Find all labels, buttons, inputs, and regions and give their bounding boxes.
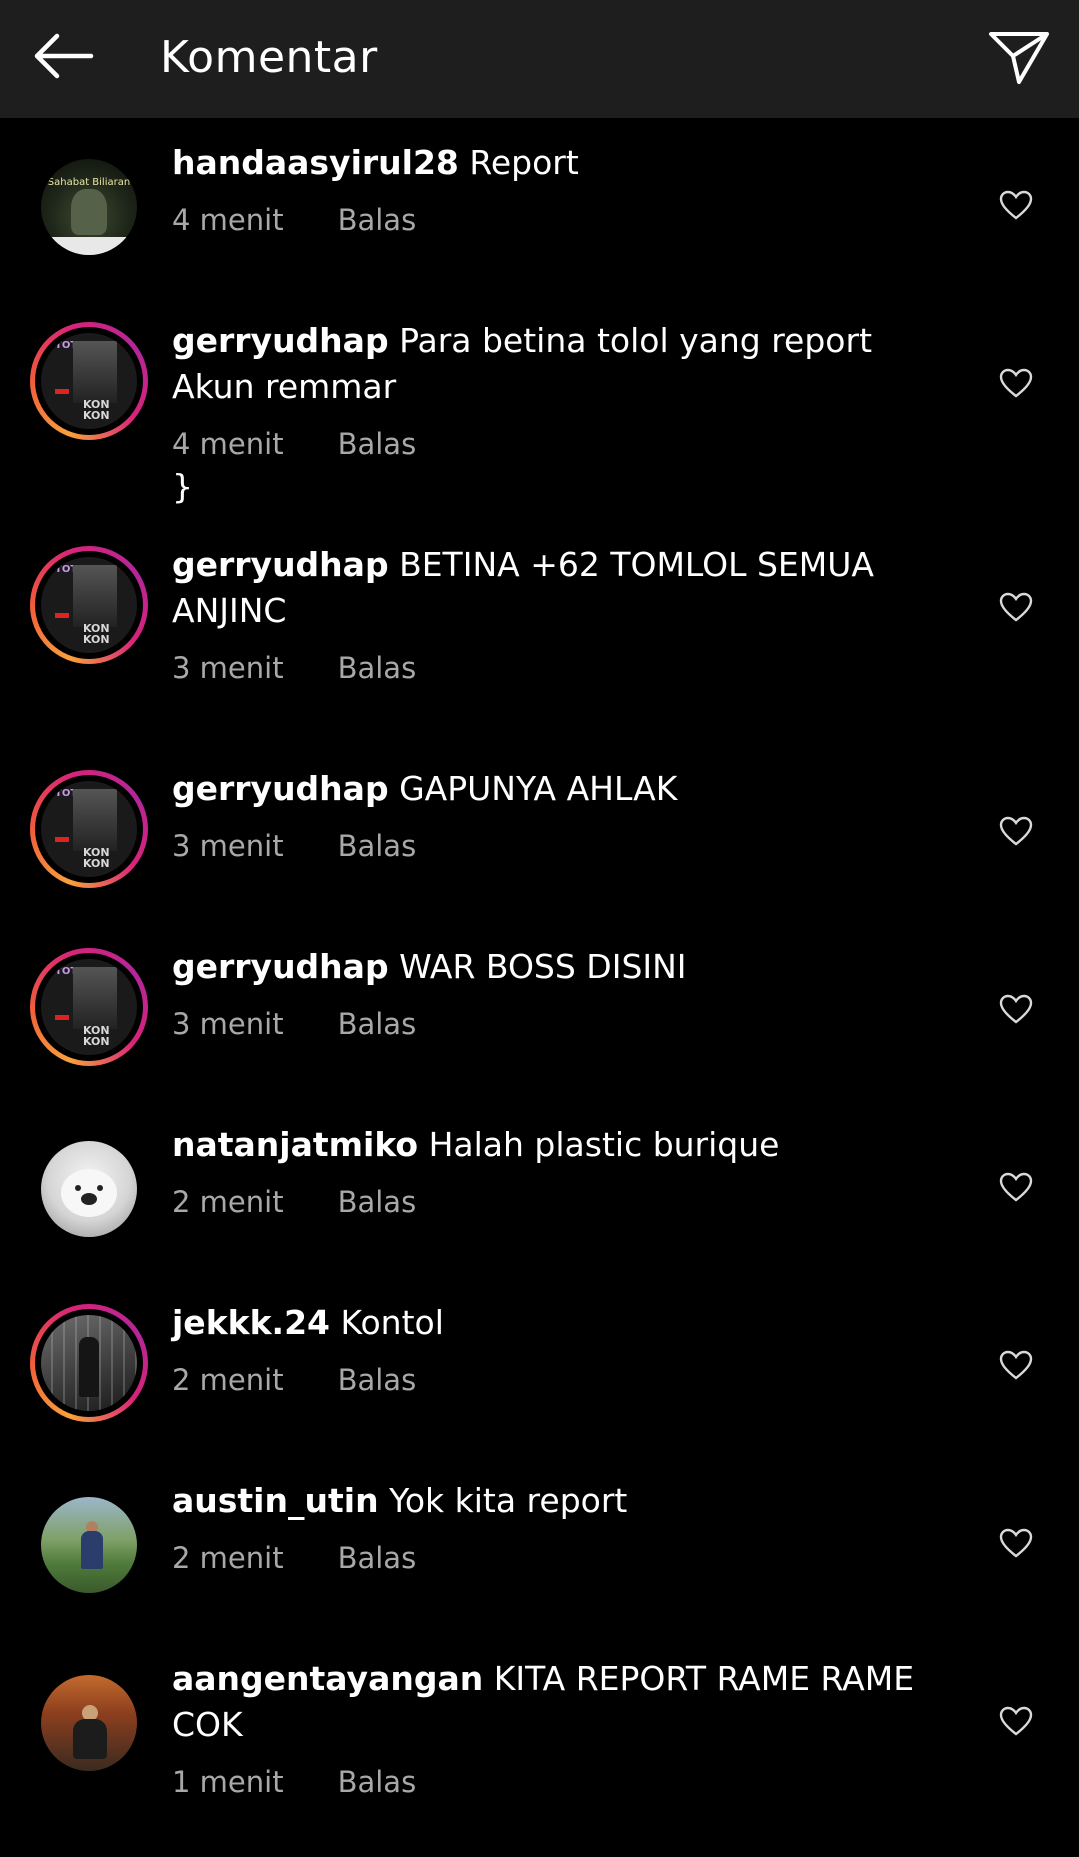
comment-meta: 3 menit Balas (172, 648, 932, 688)
comment-username[interactable]: aangentayangan (172, 1659, 483, 1698)
reply-button[interactable]: Balas (338, 1538, 417, 1578)
comment-time: 2 menit (172, 1541, 284, 1575)
comment-item: austin_utin Yok kita report 2 menit Bala… (0, 1478, 1079, 1628)
comment-item: Sahabat Biliaran handaasyirul28 Report 4… (0, 140, 1079, 290)
avatar[interactable] (28, 1662, 150, 1784)
avatar[interactable]: TOT KON KON (28, 768, 150, 890)
comment-time: 3 menit (172, 651, 284, 685)
comment-item: aangentayangan KITA REPORT RAME RAME COK… (0, 1656, 1079, 1856)
comment-time: 2 menit (172, 1363, 284, 1397)
comment-meta: 2 menit Balas (172, 1538, 932, 1578)
comment-item: TOT KON KON gerryudhap Para betina tolol… (0, 318, 1079, 518)
heart-icon (999, 1706, 1033, 1736)
comment-time: 3 menit (172, 1007, 284, 1041)
heart-icon (999, 592, 1033, 622)
comment-username[interactable]: natanjatmiko (172, 1125, 418, 1164)
comment-text: gerryudhap BETINA +62 TOMLOL SEMUA ANJIN… (172, 545, 874, 630)
like-button[interactable] (995, 362, 1037, 404)
back-button[interactable] (28, 28, 98, 84)
comment-text: austin_utin Yok kita report (172, 1481, 628, 1520)
avatar[interactable]: TOT KON KON (28, 320, 150, 442)
like-button[interactable] (995, 988, 1037, 1030)
like-button[interactable] (995, 586, 1037, 628)
comment-meta: 1 menit Balas (172, 1762, 932, 1802)
comment-text: gerryudhap Para betina tolol yang report… (172, 321, 873, 406)
comment-text: gerryudhap GAPUNYA AHLAK (172, 769, 678, 808)
heart-icon (999, 816, 1033, 846)
heart-icon (999, 190, 1033, 220)
comment-meta: 3 menit Balas (172, 1004, 932, 1044)
comment-username[interactable]: gerryudhap (172, 321, 389, 360)
like-button[interactable] (995, 810, 1037, 852)
like-button[interactable] (995, 1344, 1037, 1386)
like-button[interactable] (995, 1522, 1037, 1564)
heart-icon (999, 1528, 1033, 1558)
heart-icon (999, 368, 1033, 398)
share-button[interactable] (983, 24, 1055, 90)
comment-text: natanjatmiko Halah plastic burique (172, 1125, 780, 1164)
comment-username[interactable]: austin_utin (172, 1481, 379, 1520)
comment-username[interactable]: gerryudhap (172, 545, 389, 584)
comment-item: TOT KON KON gerryudhap BETINA +62 TOMLOL… (0, 542, 1079, 742)
reply-button[interactable]: Balas (338, 1762, 417, 1802)
comment-text: aangentayangan KITA REPORT RAME RAME COK (172, 1659, 915, 1744)
reply-button[interactable]: Balas (338, 1360, 417, 1400)
avatar[interactable]: TOT KON KON (28, 946, 150, 1068)
comment-text: handaasyirul28 Report (172, 143, 579, 182)
comment-meta: 2 menit Balas (172, 1360, 932, 1400)
comment-time: 4 menit (172, 203, 284, 237)
comment-item: natanjatmiko Halah plastic burique 2 men… (0, 1122, 1079, 1272)
page-title: Komentar (160, 32, 378, 83)
comment-item: jekkk.24 Kontol 2 menit Balas (0, 1300, 1079, 1450)
avatar[interactable] (28, 1484, 150, 1606)
reply-button[interactable]: Balas (338, 1182, 417, 1222)
comment-item: TOT KON KON gerryudhap WAR BOSS DISINI 3… (0, 944, 1079, 1094)
heart-icon (999, 1172, 1033, 1202)
comment-username[interactable]: gerryudhap (172, 947, 389, 986)
story-ring: TOT KON KON (30, 948, 148, 1066)
comment-time: 4 menit (172, 427, 284, 461)
avatar[interactable] (28, 1128, 150, 1250)
comment-meta: 4 menit Balas (172, 424, 932, 464)
story-ring: TOT KON KON (30, 770, 148, 888)
story-ring: TOT KON KON (30, 546, 148, 664)
like-button[interactable] (995, 184, 1037, 226)
top-app-bar: Komentar (0, 0, 1079, 118)
like-button[interactable] (995, 1166, 1037, 1208)
reply-button[interactable]: Balas (338, 200, 417, 240)
avatar-caption: Sahabat Biliaran (47, 177, 131, 188)
arrow-left-icon (34, 33, 94, 79)
heart-icon (999, 994, 1033, 1024)
reply-button[interactable]: Balas (338, 826, 417, 866)
story-ring: TOT KON KON (30, 322, 148, 440)
comment-username[interactable]: handaasyirul28 (172, 143, 459, 182)
comment-text: jekkk.24 Kontol (172, 1303, 444, 1342)
comment-text: gerryudhap WAR BOSS DISINI (172, 947, 687, 986)
like-button[interactable] (995, 1700, 1037, 1742)
reply-button[interactable]: Balas (338, 424, 417, 464)
comment-meta: 3 menit Balas (172, 826, 932, 866)
heart-icon (999, 1350, 1033, 1380)
reply-button[interactable]: Balas (338, 1004, 417, 1044)
avatar[interactable]: TOT KON KON (28, 544, 150, 666)
comment-time: 3 menit (172, 829, 284, 863)
reply-button[interactable]: Balas (338, 648, 417, 688)
comment-username[interactable]: gerryudhap (172, 769, 389, 808)
story-ring (30, 1304, 148, 1422)
comment-username[interactable]: jekkk.24 (172, 1303, 330, 1342)
comment-meta: 2 menit Balas (172, 1182, 932, 1222)
comment-time: 1 menit (172, 1765, 284, 1799)
paper-plane-icon (989, 32, 1049, 84)
comment-time: 2 menit (172, 1185, 284, 1219)
avatar[interactable]: Sahabat Biliaran (28, 146, 150, 268)
comment-meta: 4 menit Balas (172, 200, 932, 240)
avatar[interactable] (28, 1302, 150, 1424)
comment-item: TOT KON KON gerryudhap GAPUNYA AHLAK 3 m… (0, 766, 1079, 916)
